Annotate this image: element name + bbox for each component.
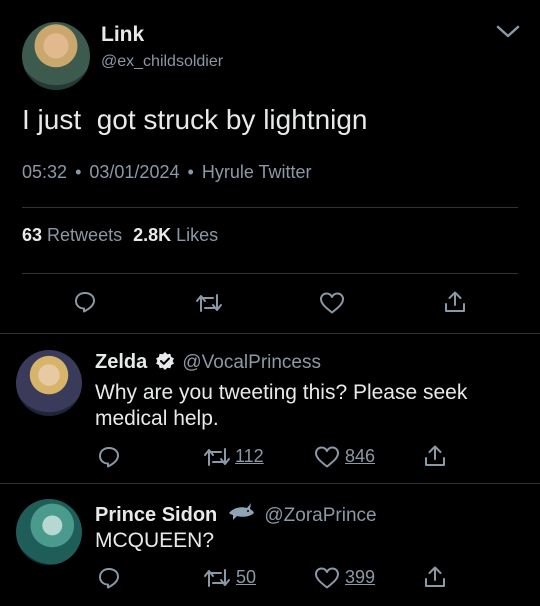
client-link[interactable]: Hyrule Twitter	[202, 162, 312, 182]
reply-text: MCQUEEN?	[95, 529, 215, 552]
reply-header: Zelda @VocalPrincess	[95, 351, 321, 374]
tweet-time: 05:32	[22, 162, 68, 182]
reply-handle[interactable]: @ZoraPrince	[264, 505, 376, 526]
divider	[0, 333, 540, 334]
like-count[interactable]: 399	[345, 567, 375, 588]
reply-header: Prince Sidon @ZoraPrince	[95, 501, 377, 527]
reply-icon[interactable]	[97, 445, 121, 469]
display-name[interactable]: Link	[101, 23, 144, 47]
likes-count[interactable]: 2.8K	[133, 225, 171, 245]
retweet-icon[interactable]	[195, 292, 223, 314]
retweets-label[interactable]: Retweets	[47, 225, 122, 245]
share-icon[interactable]	[423, 565, 447, 589]
divider	[22, 207, 518, 208]
retweet-icon[interactable]	[203, 567, 231, 589]
tweet-text: I just got struck by lightnign	[22, 104, 368, 135]
retweet-count[interactable]: 112	[235, 446, 264, 467]
share-icon[interactable]	[443, 290, 467, 314]
avatar-link[interactable]	[22, 22, 90, 90]
reply-handle[interactable]: @VocalPrincess	[182, 352, 321, 373]
tweet-date: 03/01/2024	[89, 162, 180, 182]
tweet-meta: 05:32 • 03/01/2024 • Hyrule Twitter	[22, 162, 312, 183]
chevron-down-icon[interactable]	[496, 24, 520, 40]
separator: •	[75, 162, 82, 182]
retweet-count[interactable]: 50	[236, 567, 256, 588]
retweets-count[interactable]: 63	[22, 225, 42, 245]
heart-icon[interactable]	[314, 566, 340, 590]
avatar-zelda[interactable]	[16, 350, 82, 416]
reply-text: Why are you tweeting this? Please seek m…	[95, 381, 468, 430]
divider	[22, 273, 518, 274]
heart-icon[interactable]	[314, 445, 340, 469]
verified-badge-icon	[155, 351, 175, 371]
engagement-stats: 63 Retweets 2.8K Likes	[22, 225, 218, 246]
reply-icon[interactable]	[97, 566, 121, 590]
divider	[0, 483, 540, 484]
reply-display-name[interactable]: Prince Sidon	[95, 504, 217, 526]
share-icon[interactable]	[423, 444, 447, 468]
avatar-prince-sidon[interactable]	[16, 499, 82, 565]
retweet-icon[interactable]	[203, 446, 231, 468]
separator: •	[187, 162, 194, 182]
reply-display-name[interactable]: Zelda	[95, 351, 147, 373]
heart-icon[interactable]	[319, 291, 345, 315]
handle[interactable]: @ex_childsoldier	[101, 53, 223, 71]
shark-emoji-icon	[227, 501, 255, 523]
likes-label[interactable]: Likes	[176, 225, 218, 245]
like-count[interactable]: 846	[345, 446, 375, 467]
reply-icon[interactable]	[73, 290, 97, 314]
